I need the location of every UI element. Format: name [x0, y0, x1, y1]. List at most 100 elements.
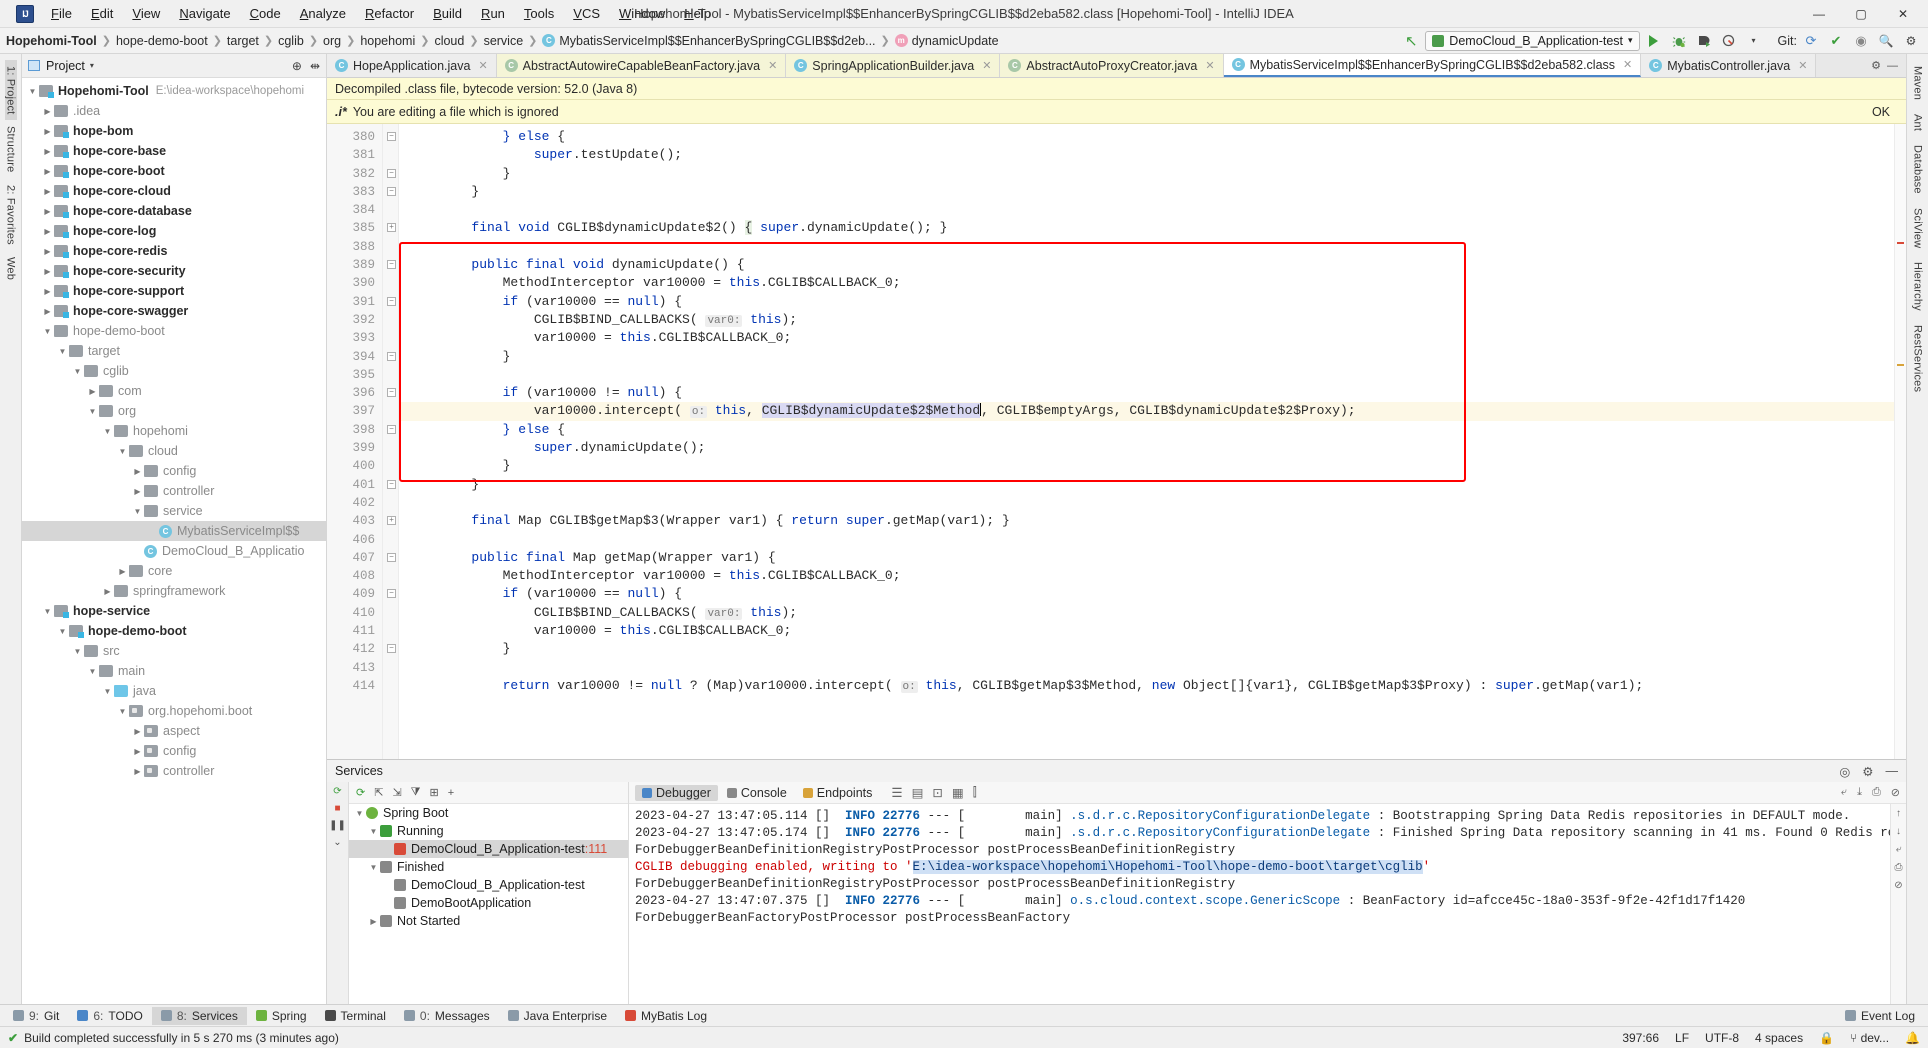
tree-node[interactable]: C MybatisServiceImpl$$: [22, 521, 326, 541]
menu-item-build[interactable]: Build: [424, 3, 471, 24]
chevron-right-icon[interactable]: ▶: [86, 387, 99, 396]
chevron-down-icon[interactable]: ▼: [56, 347, 69, 356]
menu-item-edit[interactable]: Edit: [82, 3, 122, 24]
chevron-down-icon[interactable]: ▼: [131, 507, 144, 516]
tool-rail-2-favorites[interactable]: 2: Favorites: [5, 179, 17, 251]
chevron-right-icon[interactable]: ▶: [116, 567, 129, 576]
tool-rail-ant[interactable]: Ant: [1912, 108, 1924, 137]
breadcrumb-item[interactable]: org: [323, 34, 341, 48]
breadcrumb-item[interactable]: hope-demo-boot: [116, 34, 208, 48]
code-line[interactable]: } else {: [399, 421, 1894, 439]
code-line[interactable]: if (var10000 == null) {: [399, 585, 1894, 603]
tool-window-button-git[interactable]: 9: Git: [4, 1007, 68, 1025]
chevron-down-icon[interactable]: ▼: [41, 607, 54, 616]
code-line[interactable]: CGLIB$BIND_CALLBACKS( var0: this);: [399, 604, 1894, 622]
back-arrow-icon[interactable]: ↖: [1400, 31, 1422, 51]
breadcrumb-item[interactable]: m dynamicUpdate: [894, 34, 999, 48]
settings-gear-icon[interactable]: ⚙: [1862, 764, 1873, 779]
scroll-down-icon[interactable]: ↓: [1896, 826, 1901, 837]
tool-window-button-terminal[interactable]: Terminal: [316, 1007, 395, 1025]
code-line[interactable]: }: [399, 183, 1894, 201]
chevron-right-icon[interactable]: ▶: [131, 487, 144, 496]
vcs-update-icon[interactable]: ⟳: [1800, 31, 1822, 51]
service-node[interactable]: DemoBootApplication: [349, 894, 628, 912]
chevron-right-icon[interactable]: ▶: [41, 247, 54, 256]
service-node[interactable]: ▶ Not Started: [349, 912, 628, 930]
code-line[interactable]: var10000 = this.CGLIB$CALLBACK_0;: [399, 622, 1894, 640]
code-content[interactable]: } else { super.testUpdate(); } } final v…: [399, 124, 1894, 759]
editor-marker-strip[interactable]: [1894, 124, 1906, 759]
breadcrumb-item[interactable]: cloud: [434, 34, 464, 48]
clear-all-icon[interactable]: ⊘: [1891, 786, 1900, 799]
tree-node[interactable]: ▼ org.hopehomi.boot: [22, 701, 326, 721]
service-node[interactable]: DemoCloud_B_Application-test:111: [349, 840, 628, 858]
chevron-down-icon[interactable]: ▾: [90, 61, 94, 70]
editor-tab[interactable]: C HopeApplication.java ✕: [327, 54, 497, 77]
code-line[interactable]: [399, 366, 1894, 384]
rerun-icon[interactable]: ⟳: [333, 786, 341, 797]
code-line[interactable]: }: [399, 640, 1894, 658]
locate-file-icon[interactable]: ⊕: [292, 59, 302, 73]
tree-node[interactable]: ▼ org: [22, 401, 326, 421]
tree-node[interactable]: ▼ cglib: [22, 361, 326, 381]
run-button[interactable]: [1643, 31, 1665, 51]
collapse-fold-icon[interactable]: −: [387, 132, 396, 141]
menu-item-code[interactable]: Code: [241, 3, 290, 24]
chevron-down-icon[interactable]: ▼: [367, 827, 380, 836]
tree-node[interactable]: ▼ src: [22, 641, 326, 661]
tree-node[interactable]: ▶ hope-core-boot: [22, 161, 326, 181]
breadcrumb-item[interactable]: hopehomi: [360, 34, 415, 48]
tool-window-button-java-enterprise[interactable]: Java Enterprise: [499, 1007, 616, 1025]
code-editor[interactable]: 380− 381 382−383− 384 385 + 388 389− 390 391−392 3…: [327, 124, 1906, 759]
code-line[interactable]: }: [399, 457, 1894, 475]
chevron-right-icon[interactable]: ▶: [41, 187, 54, 196]
project-tree[interactable]: ▼ Hopehomi-Tool E:\idea-workspace\hopehomi…: [22, 78, 326, 1004]
chevron-down-icon[interactable]: ▼: [56, 627, 69, 636]
chevron-down-icon[interactable]: ▼: [86, 667, 99, 676]
menu-item-run[interactable]: Run: [472, 3, 514, 24]
collapse-fold-icon[interactable]: −: [387, 644, 396, 654]
list-icon[interactable]: ☰: [891, 785, 902, 800]
editor-tab[interactable]: C MybatisController.java ✕: [1641, 54, 1817, 77]
tree-node[interactable]: ▶ hope-core-base: [22, 141, 326, 161]
service-node[interactable]: ▼ Finished: [349, 858, 628, 876]
collapse-fold-icon[interactable]: −: [387, 552, 396, 562]
scroll-up-icon[interactable]: ↑: [1896, 808, 1901, 819]
collapse-fold-icon[interactable]: −: [387, 388, 396, 398]
tool-rail-restservices[interactable]: RestServices: [1912, 319, 1924, 398]
table-icon[interactable]: ▦: [952, 785, 964, 800]
chevron-right-icon[interactable]: ▶: [41, 147, 54, 156]
lock-icon[interactable]: 🔒: [1819, 1031, 1834, 1045]
line-separator[interactable]: LF: [1675, 1031, 1689, 1045]
editor-tab[interactable]: C AbstractAutowireCapableBeanFactory.java…: [496, 54, 787, 77]
profiler-button[interactable]: [1718, 31, 1740, 51]
code-line[interactable]: [399, 494, 1894, 512]
code-line[interactable]: public final void dynamicUpdate() {: [399, 256, 1894, 274]
print-icon[interactable]: ⎙: [1895, 862, 1903, 873]
pause-icon[interactable]: ❚❚: [329, 820, 346, 831]
collapse-fold-icon[interactable]: −: [387, 351, 396, 361]
tree-node[interactable]: ▶ config: [22, 461, 326, 481]
code-line[interactable]: MethodInterceptor var10000 = this.CGLIB$…: [399, 274, 1894, 292]
menu-item-analyze[interactable]: Analyze: [291, 3, 355, 24]
code-line[interactable]: }: [399, 165, 1894, 183]
tree-node[interactable]: ▶ com: [22, 381, 326, 401]
chevron-right-icon[interactable]: ▶: [131, 467, 144, 476]
tool-rail-web[interactable]: Web: [5, 251, 17, 286]
group-icon[interactable]: ⊞: [429, 786, 438, 799]
services-tree[interactable]: ▼ Spring Boot ▼ Running DemoCloud_B_Applicat…: [349, 804, 628, 930]
editor-tab[interactable]: C SpringApplicationBuilder.java ✕: [786, 54, 1001, 77]
chevron-down-icon[interactable]: ▾: [1628, 35, 1633, 46]
chevron-right-icon[interactable]: ▶: [41, 207, 54, 216]
tool-rail-1-project[interactable]: 1: Project: [4, 60, 17, 121]
close-button[interactable]: ✕: [1882, 1, 1924, 27]
tree-node[interactable]: ▼ java: [22, 681, 326, 701]
console-log[interactable]: 2023-04-27 13:47:05.114 [] INFO 22776 --…: [629, 804, 1890, 1004]
close-icon[interactable]: ✕: [1798, 59, 1807, 72]
close-icon[interactable]: ✕: [1623, 58, 1632, 71]
tree-node[interactable]: ▶ hope-core-log: [22, 221, 326, 241]
tree-node[interactable]: ▼ cloud: [22, 441, 326, 461]
console-tab[interactable]: Debugger: [635, 784, 718, 801]
search-everywhere-icon[interactable]: 🔍: [1875, 31, 1897, 51]
menu-item-refactor[interactable]: Refactor: [356, 3, 423, 24]
